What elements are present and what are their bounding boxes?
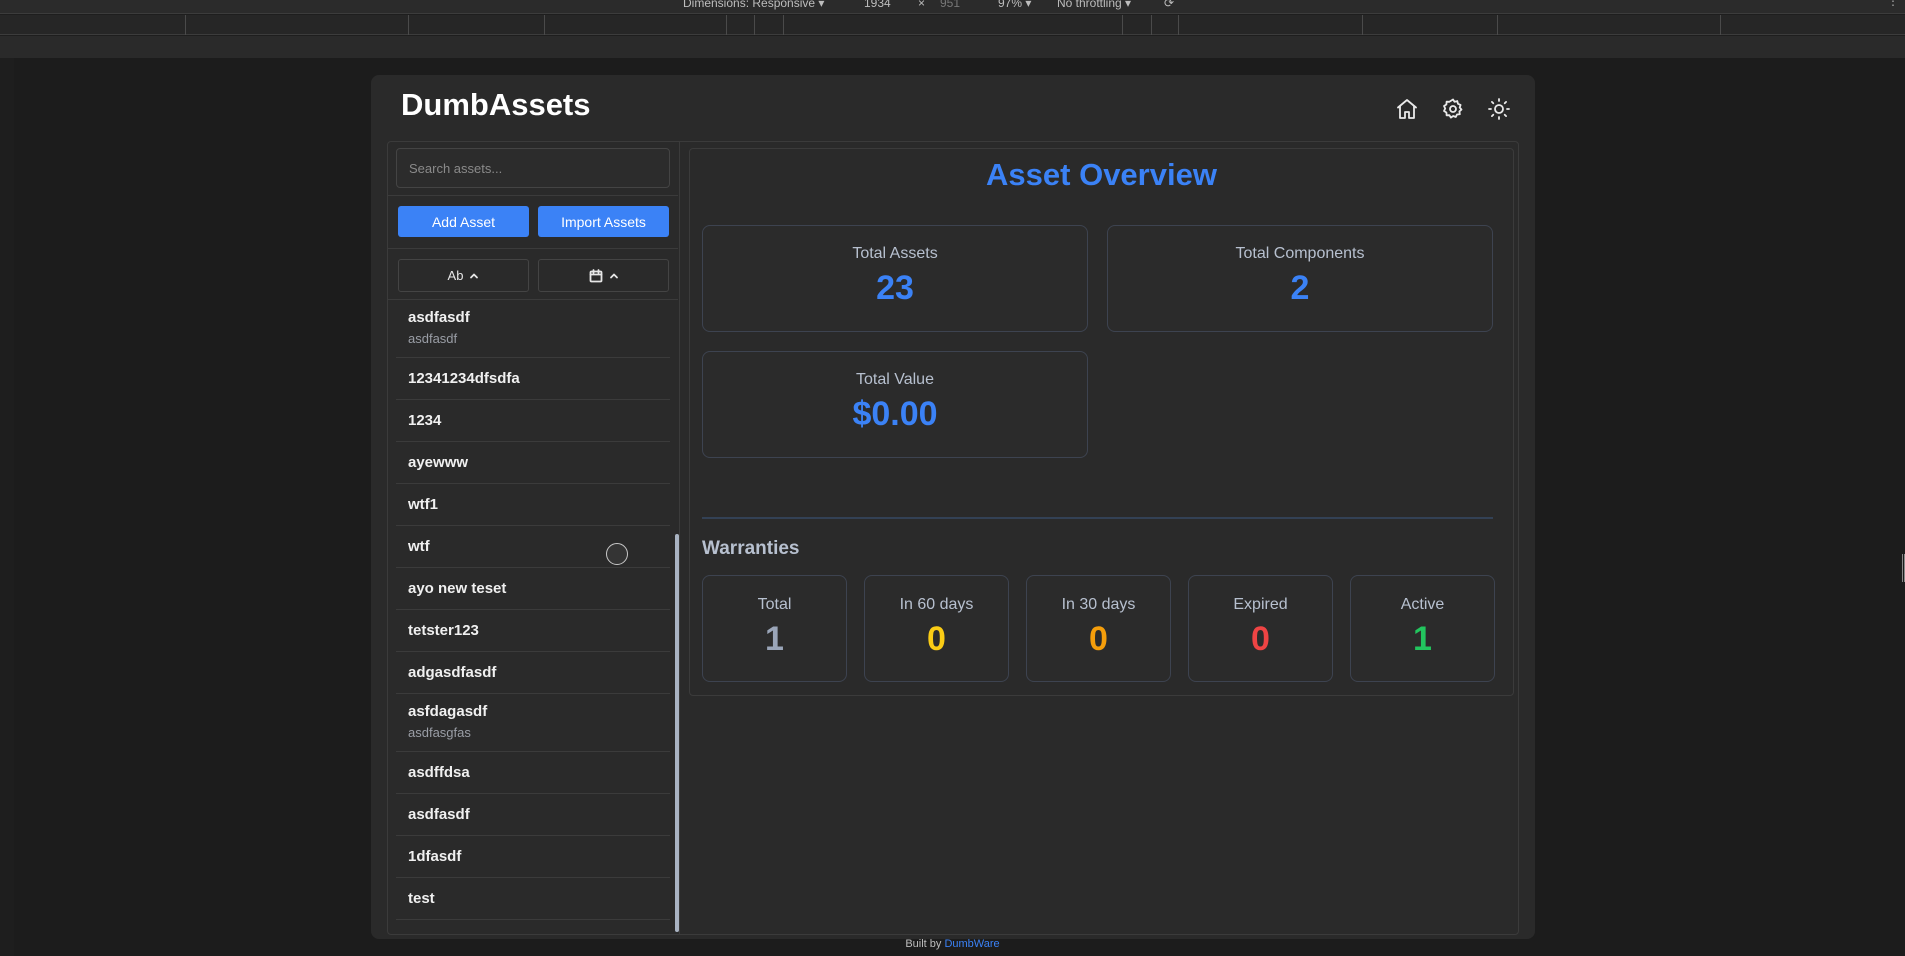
card-label: Total Assets	[852, 245, 938, 262]
card-label: Total Value	[856, 371, 934, 388]
total-assets-value: 23	[876, 269, 914, 307]
mouse-cursor	[606, 543, 628, 565]
footer-prefix: Built by	[905, 938, 942, 950]
section-divider	[702, 517, 1493, 519]
asset-name: tetster123	[408, 622, 479, 639]
dumbware-link[interactable]: DumbWare	[944, 938, 999, 950]
add-asset-button[interactable]: Add Asset	[398, 206, 529, 237]
asset-list-item[interactable]: 1dfasdf	[396, 836, 670, 878]
asset-list-item[interactable]: 1234	[396, 400, 670, 442]
total-components-value: 2	[1290, 269, 1310, 307]
total-value-value: $0.00	[852, 395, 938, 433]
sidebar: Add Asset Import Assets Ab asdfasdfasdfa…	[388, 142, 680, 934]
asset-name: adgasdfasdf	[408, 664, 497, 681]
asset-list-scrollbar[interactable]	[675, 534, 679, 932]
asset-name: 1dfasdf	[408, 848, 462, 865]
asset-list: asdfasdf asdfasdf 12341234dfsdfa 1234 ayewww…	[388, 300, 678, 932]
asset-name: asdffdsa	[408, 764, 470, 781]
footer: Built by DumbWare	[0, 938, 1905, 950]
dimension-separator: ×	[918, 0, 926, 10]
divider	[388, 195, 678, 196]
devtools-gap	[0, 36, 1905, 58]
card-label: Total	[757, 596, 792, 613]
rotate-icon[interactable]: ⟳	[1164, 0, 1174, 10]
card-label: In 60 days	[899, 596, 974, 613]
asset-list-item[interactable]: test	[396, 878, 670, 920]
page-title: Asset Overview	[986, 157, 1217, 192]
asset-name: ayewww	[408, 454, 469, 471]
chevron-up-icon	[470, 273, 479, 278]
card-label: In 30 days	[1061, 596, 1136, 613]
asset-list-item[interactable]: 12341234dfsdfa	[396, 358, 670, 400]
asset-name: test	[408, 890, 435, 907]
asset-list-item[interactable]: wtf	[396, 526, 670, 568]
warranties-heading: Warranties	[702, 538, 800, 559]
card-label: Total Components	[1235, 245, 1365, 262]
content-container: Add Asset Import Assets Ab asdfasdfasdfa…	[387, 141, 1519, 935]
sort-name-label: Ab	[447, 268, 464, 283]
height-input[interactable]: 951	[940, 0, 960, 10]
warranty-count: 1	[1413, 620, 1432, 658]
warranty-total-card[interactable]: Total 1	[702, 575, 847, 682]
asset-name: asdfasdf	[408, 806, 470, 823]
total-assets-card[interactable]: Total Assets 23	[702, 225, 1088, 332]
search-input[interactable]	[396, 148, 670, 188]
app-card: DumbAssets Add Asset Import Assets Ab	[371, 75, 1535, 939]
asset-list-item[interactable]: asfdagasdf asdfasgfas	[396, 694, 670, 752]
gear-icon[interactable]	[1441, 97, 1465, 121]
warranty-active-card[interactable]: Active 1	[1350, 575, 1495, 682]
asset-name: wtf1	[408, 496, 438, 513]
warranty-count: 0	[1251, 620, 1270, 658]
zoom-dropdown[interactable]: 97% ▾	[998, 0, 1031, 10]
asset-name: 1234	[408, 412, 442, 429]
total-value-card: Total Value $0.00	[702, 351, 1088, 458]
devtools-toolbar: Dimensions: Responsive ▾ 1934 × 951 97% …	[0, 0, 1905, 14]
asset-name: asdfasdf	[408, 309, 470, 326]
app-title: DumbAssets	[401, 87, 591, 122]
media-query-ruler	[0, 15, 1905, 35]
asset-list-item[interactable]: tetster123	[396, 610, 670, 652]
asset-list-item[interactable]: asdfasdf	[396, 794, 670, 836]
calendar-icon	[589, 268, 602, 282]
warranty-count: 0	[1089, 620, 1108, 658]
more-icon[interactable]: ⋮	[1887, 0, 1899, 8]
asset-name: wtf	[408, 538, 430, 555]
home-icon[interactable]	[1395, 97, 1419, 121]
overview-panel: Asset Overview Total Assets 23 Total Com…	[689, 148, 1514, 696]
card-label: Active	[1400, 596, 1445, 613]
asset-list-item[interactable]: asdffdsa	[396, 752, 670, 794]
total-components-card[interactable]: Total Components 2	[1107, 225, 1493, 332]
asset-name: asfdagasdf	[408, 703, 488, 720]
width-input[interactable]: 1934	[864, 0, 891, 10]
warranty-count: 1	[765, 620, 784, 658]
asset-name: ayo new teset	[408, 580, 507, 597]
warranty-expired-card[interactable]: Expired 0	[1188, 575, 1333, 682]
divider	[388, 248, 678, 249]
sort-by-date-button[interactable]	[538, 259, 669, 292]
throttle-dropdown[interactable]: No throttling ▾	[1057, 0, 1131, 10]
sort-by-name-button[interactable]: Ab	[398, 259, 529, 292]
asset-list-item[interactable]: ayo new teset	[396, 568, 670, 610]
asset-description: asdfasgfas	[408, 725, 471, 740]
asset-list-item[interactable]: ayewww	[396, 442, 670, 484]
asset-list-item[interactable]: wtf1	[396, 484, 670, 526]
import-assets-button[interactable]: Import Assets	[538, 206, 669, 237]
card-label: Expired	[1233, 596, 1288, 613]
sun-icon[interactable]	[1487, 97, 1511, 121]
warranty-60-days-card[interactable]: In 60 days 0	[864, 575, 1009, 682]
chevron-up-icon	[609, 273, 618, 278]
asset-description: asdfasdf	[408, 331, 458, 346]
asset-list-item[interactable]: asdfasdf asdfasdf	[396, 300, 670, 358]
asset-name: 12341234dfsdfa	[408, 370, 520, 387]
asset-list-item[interactable]: adgasdfasdf	[396, 652, 670, 694]
warranty-30-days-card[interactable]: In 30 days 0	[1026, 575, 1171, 682]
app-header: DumbAssets	[371, 75, 1535, 141]
warranty-count: 0	[927, 620, 946, 658]
dimensions-dropdown[interactable]: Dimensions: Responsive ▾	[683, 0, 824, 10]
